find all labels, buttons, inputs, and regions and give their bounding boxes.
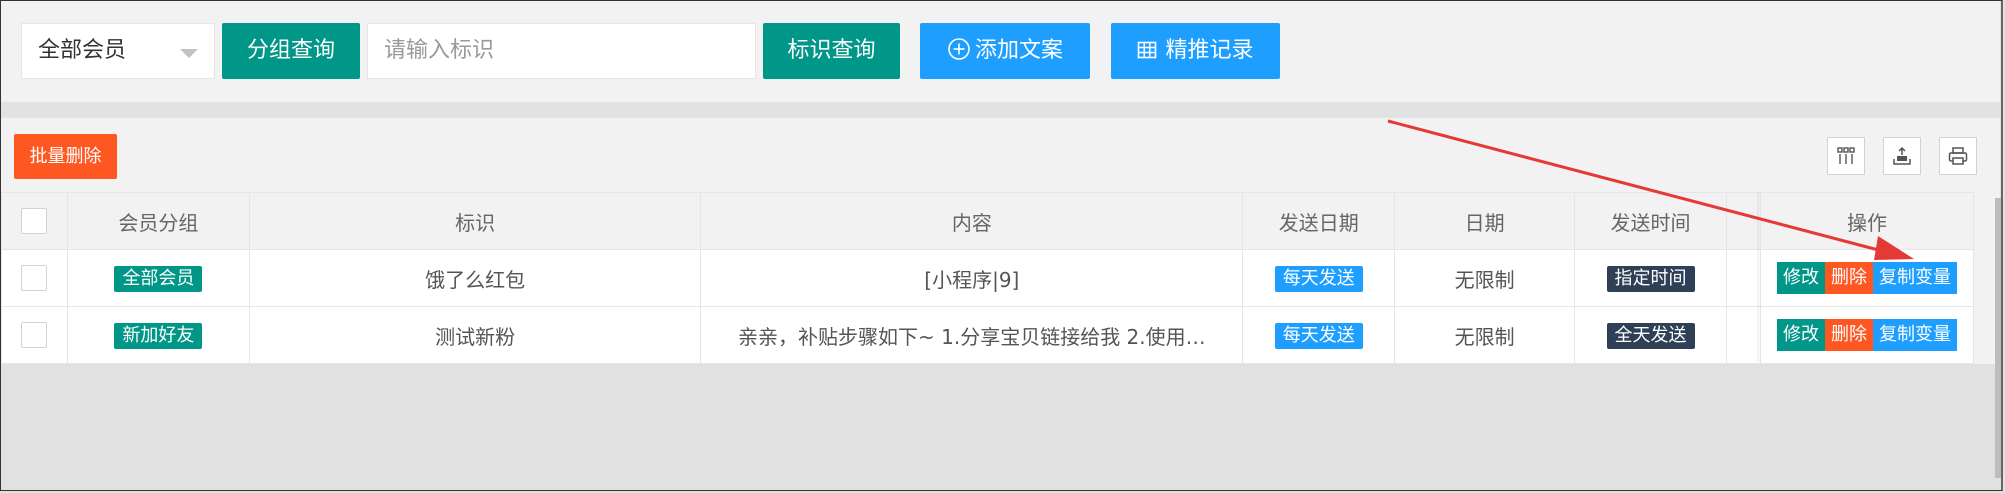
delete-button[interactable]: 删除 [1824,319,1873,351]
header-date: 日期 [1394,192,1576,250]
header-content: 内容 [700,192,1244,250]
group-query-button[interactable]: 分组查询 [222,23,360,79]
section-divider [1,102,2000,118]
content-cell: [小程序|9] [700,249,1244,307]
copy-table: 会员分组 标识 内容 发送日期 日期 发送时间 操作 全部会员 饿了么红包 [小… [1,192,1975,364]
header-send-date: 发送日期 [1242,192,1396,250]
table-panel: 批量删除 会员分组 标识 内容 发送日期 日期 发送时间 操作 全部会员 饿了么… [1,118,2001,478]
row-checkbox[interactable] [21,322,48,349]
ops-cell: 修改 删除 复制变量 [1759,306,1975,364]
table-row: 全部会员 饿了么红包 [小程序|9] 每天发送 无限制 指定时间 修改 删除 复制变… [1,249,1975,307]
tag-cell: 测试新粉 [248,306,702,364]
grid-icon [1138,41,1157,59]
date-cell: 无限制 [1394,306,1576,364]
copy-variable-button[interactable]: 复制变量 [1872,319,1957,351]
send-time-cell: 指定时间 [1574,249,1727,307]
delete-button[interactable]: 删除 [1824,262,1873,294]
row-select-cell [1,249,68,307]
header-group: 会员分组 [66,192,250,250]
ops-cell: 修改 删除 复制变量 [1759,249,1975,307]
send-date-badge: 每天发送 [1274,322,1363,349]
spacer-cell [1725,306,1761,364]
export-button[interactable] [1883,137,1921,175]
chevron-down-icon [180,49,198,58]
send-date-cell: 每天发送 [1242,249,1396,307]
header-send-time: 发送时间 [1574,192,1727,250]
tag-query-button[interactable]: 标识查询 [763,23,900,79]
search-toolbar: 全部会员 分组查询 请输入标识 标识查询 添加文案 精推记录 [1,1,2000,102]
spacer-cell [1725,249,1761,307]
tag-cell: 饿了么红包 [248,249,702,307]
member-group-select[interactable]: 全部会员 [21,23,215,79]
group-cell: 全部会员 [66,249,250,307]
select-all-cell [1,192,68,250]
send-time-badge: 指定时间 [1606,265,1695,292]
date-cell: 无限制 [1394,249,1576,307]
export-icon [1893,146,1911,165]
content-cell: 亲亲，补贴步骤如下~ 1.分享宝贝链接给我 2.使用… [700,306,1244,364]
group-badge: 全部会员 [114,265,203,292]
send-date-cell: 每天发送 [1242,306,1396,364]
header-tag: 标识 [248,192,702,250]
edit-button[interactable]: 修改 [1776,319,1825,351]
tag-search-input[interactable]: 请输入标识 [367,23,756,79]
select-all-checkbox[interactable] [21,208,48,235]
header-ops: 操作 [1759,192,1975,250]
push-record-label: 精推记录 [1165,38,1254,63]
batch-delete-button[interactable]: 批量删除 [14,134,117,179]
send-date-badge: 每天发送 [1274,265,1363,292]
copy-variable-button[interactable]: 复制变量 [1872,262,1957,294]
vertical-scrollbar[interactable] [1995,198,2001,478]
fixed-column-shadow [1757,192,1761,362]
member-group-select-value: 全部会员 [38,38,127,63]
print-icon [1948,147,1968,165]
edit-button[interactable]: 修改 [1776,262,1825,294]
send-time-cell: 全天发送 [1574,306,1727,364]
group-cell: 新加好友 [66,306,250,364]
print-button[interactable] [1939,137,1977,175]
row-select-cell [1,306,68,364]
row-checkbox[interactable] [21,265,48,292]
columns-filter-button[interactable] [1827,137,1865,175]
push-record-button[interactable]: 精推记录 [1111,23,1280,79]
plus-circle-icon [948,38,970,60]
send-time-badge: 全天发送 [1606,322,1695,349]
table-row: 新加好友 测试新粉 亲亲，补贴步骤如下~ 1.分享宝贝链接给我 2.使用… 每天… [1,306,1975,364]
header-spacer [1725,192,1761,250]
columns-icon [1837,147,1855,164]
add-copy-label: 添加文案 [974,38,1063,63]
add-copy-button[interactable]: 添加文案 [920,23,1090,79]
table-header-row: 会员分组 标识 内容 发送日期 日期 发送时间 操作 [1,192,1975,250]
group-badge: 新加好友 [114,322,203,349]
